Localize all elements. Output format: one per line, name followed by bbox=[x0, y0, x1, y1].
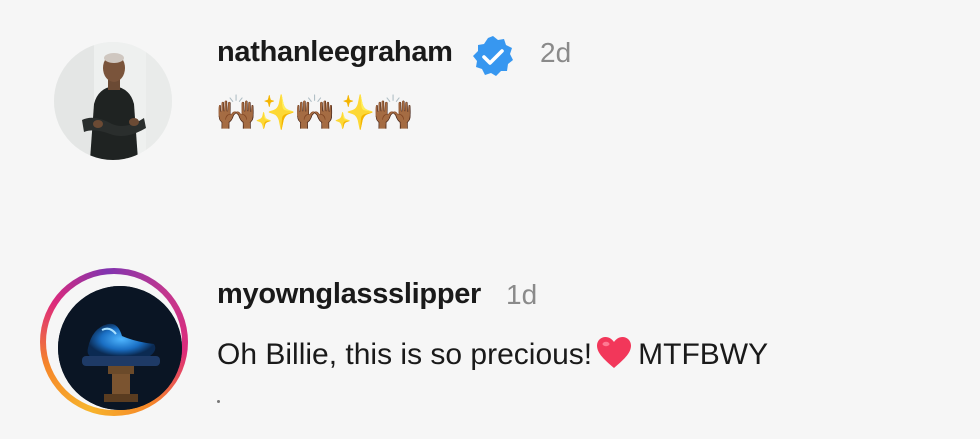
comment-text-main: Oh Billie, this is so precious! bbox=[217, 338, 593, 371]
text-cursor-dot bbox=[217, 400, 220, 403]
timestamp: 1d bbox=[506, 279, 538, 310]
avatar[interactable] bbox=[58, 286, 182, 410]
glass-slipper-icon bbox=[58, 286, 182, 410]
username[interactable]: myownglassslipper bbox=[217, 278, 481, 311]
comment-text: 🙌🏾✨🙌🏾✨🙌🏾 bbox=[215, 93, 415, 133]
username[interactable]: nathanleegraham bbox=[217, 36, 453, 69]
comment: myownglassslipper 1d Oh Billie, this is … bbox=[0, 230, 980, 439]
heart-icon bbox=[597, 337, 632, 368]
story-ring[interactable] bbox=[40, 268, 188, 416]
avatar[interactable] bbox=[54, 42, 172, 160]
comment-text: Oh Billie, this is so precious! MTFBWY bbox=[217, 336, 768, 372]
comment-feed: nathanleegraham 2d 🙌🏾✨🙌🏾✨🙌🏾 myownglasssl… bbox=[0, 0, 980, 439]
verified-badge-icon bbox=[473, 36, 513, 76]
timestamp: 2d bbox=[540, 37, 572, 68]
comment: nathanleegraham 2d 🙌🏾✨🙌🏾✨🙌🏾 bbox=[0, 0, 980, 230]
comment-text-end: MTFBWY bbox=[638, 338, 769, 371]
story-ring-gap bbox=[46, 274, 182, 410]
profile-photo-icon bbox=[54, 42, 172, 160]
